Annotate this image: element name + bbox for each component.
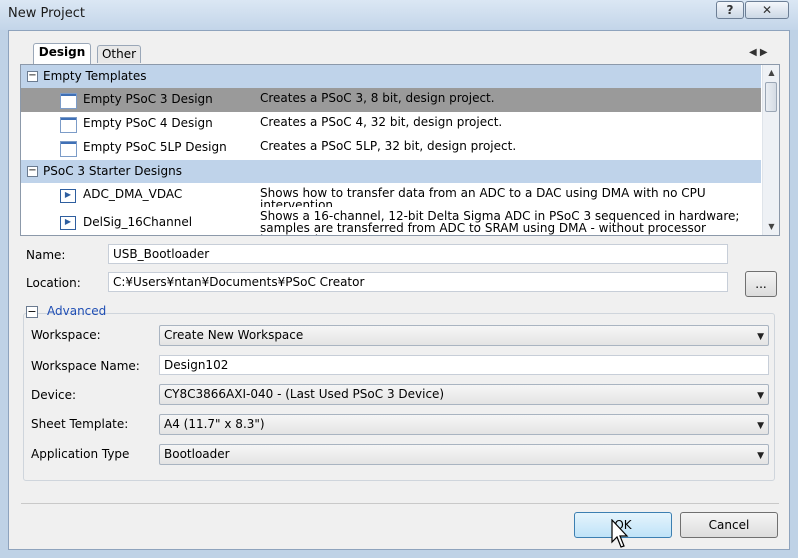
- tab-design[interactable]: Design: [33, 43, 91, 64]
- mouse-cursor-icon: [611, 519, 629, 548]
- close-button[interactable]: ✕: [745, 1, 789, 19]
- scroll-thumb[interactable]: [765, 82, 777, 112]
- example-project-icon: ▶: [60, 216, 76, 230]
- dialog-body: Design Other ◀ ▶ − Empty Templates Empty…: [8, 30, 790, 550]
- list-item[interactable]: Empty PSoC 4 Design Creates a PSoC 4, 32…: [21, 112, 761, 137]
- template-name: DelSig_16Channel: [83, 215, 193, 229]
- help-button[interactable]: ?: [716, 1, 744, 19]
- device-value: CY8C3866AXI-040 - (Last Used PSoC 3 Devi…: [164, 387, 445, 401]
- sheet-template-label: Sheet Template:: [31, 417, 129, 431]
- name-field[interactable]: USB_Bootloader: [108, 244, 728, 264]
- sheet-template-value: A4 (11.7" x 8.3"): [164, 417, 265, 431]
- template-description: Shows a 16-channel, 12-bit Delta Sigma A…: [260, 209, 740, 235]
- browse-button[interactable]: ...: [745, 271, 777, 297]
- template-name: ADC_DMA_VDAC: [83, 187, 183, 201]
- device-label: Device:: [31, 388, 77, 402]
- dropdown-arrow-icon: ▼: [757, 451, 764, 461]
- collapse-icon[interactable]: −: [27, 166, 38, 177]
- group-psoc3-starter[interactable]: − PSoC 3 Starter Designs: [21, 160, 761, 184]
- collapse-icon[interactable]: −: [27, 71, 38, 82]
- tab-scroll-arrows[interactable]: ◀ ▶: [749, 47, 773, 61]
- group-empty-templates[interactable]: − Empty Templates: [21, 65, 761, 89]
- advanced-label: Advanced: [47, 304, 107, 318]
- application-type-label: Application Type: [31, 447, 130, 461]
- group-label: PSoC 3 Starter Designs: [43, 164, 182, 178]
- list-item[interactable]: Empty PSoC 5LP Design Creates a PSoC 5LP…: [21, 136, 761, 161]
- application-type-select[interactable]: Bootloader ▼: [159, 444, 769, 465]
- workspace-select[interactable]: Create New Workspace ▼: [159, 325, 769, 346]
- window-title: New Project: [8, 6, 85, 21]
- template-name: Empty PSoC 5LP Design: [83, 140, 227, 154]
- title-bar: [0, 0, 798, 30]
- template-list: − Empty Templates Empty PSoC 3 Design Cr…: [20, 64, 780, 236]
- template-icon: [60, 117, 77, 133]
- list-scrollbar[interactable]: ▲ ▼: [762, 65, 779, 235]
- location-field[interactable]: C:¥Users¥ntan¥Documents¥PSoC Creator: [108, 272, 728, 292]
- template-icon: [60, 93, 77, 109]
- dropdown-arrow-icon: ▼: [757, 332, 764, 342]
- dropdown-arrow-icon: ▼: [757, 421, 764, 431]
- template-icon: [60, 141, 77, 157]
- dropdown-arrow-icon: ▼: [757, 391, 764, 401]
- example-project-icon: ▶: [60, 189, 76, 203]
- separator: [21, 503, 779, 504]
- sheet-template-select[interactable]: A4 (11.7" x 8.3") ▼: [159, 414, 769, 435]
- template-name: Empty PSoC 3 Design: [83, 92, 213, 106]
- scroll-down-icon[interactable]: ▼: [763, 219, 779, 234]
- device-select[interactable]: CY8C3866AXI-040 - (Last Used PSoC 3 Devi…: [159, 384, 769, 405]
- tab-other[interactable]: Other: [97, 45, 141, 63]
- workspace-name-label: Workspace Name:: [31, 359, 140, 373]
- group-label: Empty Templates: [43, 69, 147, 83]
- list-item[interactable]: ▶ DelSig_16Channel Shows a 16-channel, 1…: [21, 207, 761, 235]
- scroll-up-icon[interactable]: ▲: [763, 65, 779, 80]
- template-name: Empty PSoC 4 Design: [83, 116, 213, 130]
- workspace-value: Create New Workspace: [164, 328, 304, 342]
- template-description: Creates a PSoC 3, 8 bit, design project.: [260, 91, 495, 105]
- template-description: Creates a PSoC 5LP, 32 bit, design proje…: [260, 139, 517, 153]
- workspace-name-field[interactable]: Design102: [159, 355, 769, 375]
- template-description: Creates a PSoC 4, 32 bit, design project…: [260, 115, 503, 129]
- location-label: Location:: [26, 276, 81, 290]
- application-type-value: Bootloader: [164, 447, 230, 461]
- name-label: Name:: [26, 248, 66, 262]
- list-item[interactable]: Empty PSoC 3 Design Creates a PSoC 3, 8 …: [21, 88, 761, 113]
- cancel-button[interactable]: Cancel: [680, 512, 778, 538]
- list-item[interactable]: ▶ ADC_DMA_VDAC Shows how to transfer dat…: [21, 183, 761, 211]
- workspace-label: Workspace:: [31, 328, 101, 342]
- collapse-advanced-icon[interactable]: −: [26, 306, 38, 318]
